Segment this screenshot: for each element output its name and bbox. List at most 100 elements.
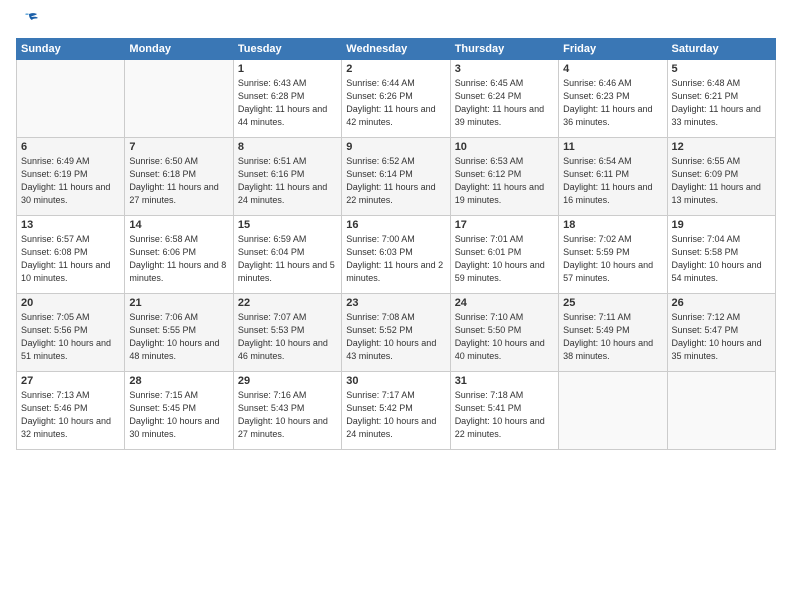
calendar-cell: 23 Sunrise: 7:08 AM Sunset: 5:52 PM Dayli… bbox=[342, 294, 450, 372]
calendar-cell: 27 Sunrise: 7:13 AM Sunset: 5:46 PM Dayli… bbox=[17, 372, 125, 450]
day-info: Sunrise: 7:01 AM Sunset: 6:01 PM Dayligh… bbox=[455, 233, 554, 285]
day-number: 13 bbox=[21, 219, 120, 231]
calendar-week-row: 27 Sunrise: 7:13 AM Sunset: 5:46 PM Dayli… bbox=[17, 372, 776, 450]
day-info: Sunrise: 7:06 AM Sunset: 5:55 PM Dayligh… bbox=[129, 311, 228, 363]
calendar-header-row: SundayMondayTuesdayWednesdayThursdayFrid… bbox=[17, 39, 776, 60]
day-number: 8 bbox=[238, 141, 337, 153]
calendar-cell: 3 Sunrise: 6:45 AM Sunset: 6:24 PM Daylig… bbox=[450, 60, 558, 138]
header bbox=[16, 12, 776, 30]
calendar-cell: 29 Sunrise: 7:16 AM Sunset: 5:43 PM Dayli… bbox=[233, 372, 341, 450]
calendar-cell bbox=[559, 372, 667, 450]
day-info: Sunrise: 7:15 AM Sunset: 5:45 PM Dayligh… bbox=[129, 389, 228, 441]
day-info: Sunrise: 6:44 AM Sunset: 6:26 PM Dayligh… bbox=[346, 77, 445, 129]
day-number: 12 bbox=[672, 141, 771, 153]
day-info: Sunrise: 6:46 AM Sunset: 6:23 PM Dayligh… bbox=[563, 77, 662, 129]
day-info: Sunrise: 7:05 AM Sunset: 5:56 PM Dayligh… bbox=[21, 311, 120, 363]
day-number: 14 bbox=[129, 219, 228, 231]
calendar-cell: 20 Sunrise: 7:05 AM Sunset: 5:56 PM Dayli… bbox=[17, 294, 125, 372]
calendar-cell: 6 Sunrise: 6:49 AM Sunset: 6:19 PM Daylig… bbox=[17, 138, 125, 216]
day-number: 18 bbox=[563, 219, 662, 231]
calendar-table: SundayMondayTuesdayWednesdayThursdayFrid… bbox=[16, 38, 776, 450]
day-number: 28 bbox=[129, 375, 228, 387]
day-number: 1 bbox=[238, 63, 337, 75]
day-number: 3 bbox=[455, 63, 554, 75]
day-info: Sunrise: 6:55 AM Sunset: 6:09 PM Dayligh… bbox=[672, 155, 771, 207]
day-number: 20 bbox=[21, 297, 120, 309]
day-info: Sunrise: 7:00 AM Sunset: 6:03 PM Dayligh… bbox=[346, 233, 445, 285]
day-number: 23 bbox=[346, 297, 445, 309]
day-number: 9 bbox=[346, 141, 445, 153]
day-info: Sunrise: 7:18 AM Sunset: 5:41 PM Dayligh… bbox=[455, 389, 554, 441]
day-info: Sunrise: 6:48 AM Sunset: 6:21 PM Dayligh… bbox=[672, 77, 771, 129]
day-info: Sunrise: 6:52 AM Sunset: 6:14 PM Dayligh… bbox=[346, 155, 445, 207]
day-info: Sunrise: 6:58 AM Sunset: 6:06 PM Dayligh… bbox=[129, 233, 228, 285]
day-number: 6 bbox=[21, 141, 120, 153]
day-info: Sunrise: 6:54 AM Sunset: 6:11 PM Dayligh… bbox=[563, 155, 662, 207]
day-number: 15 bbox=[238, 219, 337, 231]
day-number: 17 bbox=[455, 219, 554, 231]
calendar-cell: 10 Sunrise: 6:53 AM Sunset: 6:12 PM Dayli… bbox=[450, 138, 558, 216]
calendar-cell: 21 Sunrise: 7:06 AM Sunset: 5:55 PM Dayli… bbox=[125, 294, 233, 372]
day-info: Sunrise: 7:07 AM Sunset: 5:53 PM Dayligh… bbox=[238, 311, 337, 363]
day-info: Sunrise: 7:12 AM Sunset: 5:47 PM Dayligh… bbox=[672, 311, 771, 363]
day-number: 27 bbox=[21, 375, 120, 387]
calendar-cell: 28 Sunrise: 7:15 AM Sunset: 5:45 PM Dayli… bbox=[125, 372, 233, 450]
day-number: 16 bbox=[346, 219, 445, 231]
calendar-cell: 12 Sunrise: 6:55 AM Sunset: 6:09 PM Dayli… bbox=[667, 138, 775, 216]
day-number: 7 bbox=[129, 141, 228, 153]
calendar-cell: 15 Sunrise: 6:59 AM Sunset: 6:04 PM Dayli… bbox=[233, 216, 341, 294]
weekday-header: Sunday bbox=[17, 39, 125, 60]
day-info: Sunrise: 6:51 AM Sunset: 6:16 PM Dayligh… bbox=[238, 155, 337, 207]
day-info: Sunrise: 6:53 AM Sunset: 6:12 PM Dayligh… bbox=[455, 155, 554, 207]
day-info: Sunrise: 7:02 AM Sunset: 5:59 PM Dayligh… bbox=[563, 233, 662, 285]
calendar-cell bbox=[667, 372, 775, 450]
calendar-cell: 5Sunrise: 6:48 AM Sunset: 6:21 PM Daylig… bbox=[667, 60, 775, 138]
day-info: Sunrise: 7:08 AM Sunset: 5:52 PM Dayligh… bbox=[346, 311, 445, 363]
weekday-header: Tuesday bbox=[233, 39, 341, 60]
page: SundayMondayTuesdayWednesdayThursdayFrid… bbox=[0, 0, 792, 612]
day-number: 29 bbox=[238, 375, 337, 387]
day-number: 11 bbox=[563, 141, 662, 153]
calendar-cell: 24 Sunrise: 7:10 AM Sunset: 5:50 PM Dayli… bbox=[450, 294, 558, 372]
calendar-cell: 26 Sunrise: 7:12 AM Sunset: 5:47 PM Dayli… bbox=[667, 294, 775, 372]
day-number: 22 bbox=[238, 297, 337, 309]
calendar-cell: 1 Sunrise: 6:43 AM Sunset: 6:28 PM Daylig… bbox=[233, 60, 341, 138]
calendar-cell: 13 Sunrise: 6:57 AM Sunset: 6:08 PM Dayli… bbox=[17, 216, 125, 294]
weekday-header: Wednesday bbox=[342, 39, 450, 60]
day-info: Sunrise: 7:10 AM Sunset: 5:50 PM Dayligh… bbox=[455, 311, 554, 363]
calendar-cell: 25Sunrise: 7:11 AM Sunset: 5:49 PM Dayli… bbox=[559, 294, 667, 372]
day-info: Sunrise: 7:17 AM Sunset: 5:42 PM Dayligh… bbox=[346, 389, 445, 441]
calendar-cell: 31 Sunrise: 7:18 AM Sunset: 5:41 PM Dayli… bbox=[450, 372, 558, 450]
calendar-cell: 16 Sunrise: 7:00 AM Sunset: 6:03 PM Dayli… bbox=[342, 216, 450, 294]
day-info: Sunrise: 6:59 AM Sunset: 6:04 PM Dayligh… bbox=[238, 233, 337, 285]
day-info: Sunrise: 7:13 AM Sunset: 5:46 PM Dayligh… bbox=[21, 389, 120, 441]
day-number: 24 bbox=[455, 297, 554, 309]
day-number: 2 bbox=[346, 63, 445, 75]
calendar-week-row: 20 Sunrise: 7:05 AM Sunset: 5:56 PM Dayli… bbox=[17, 294, 776, 372]
logo bbox=[16, 12, 39, 30]
logo-bird-icon bbox=[19, 12, 39, 28]
calendar-cell: 11 Sunrise: 6:54 AM Sunset: 6:11 PM Dayli… bbox=[559, 138, 667, 216]
calendar-cell bbox=[125, 60, 233, 138]
day-info: Sunrise: 6:49 AM Sunset: 6:19 PM Dayligh… bbox=[21, 155, 120, 207]
calendar-cell: 14 Sunrise: 6:58 AM Sunset: 6:06 PM Dayli… bbox=[125, 216, 233, 294]
weekday-header: Friday bbox=[559, 39, 667, 60]
day-info: Sunrise: 6:45 AM Sunset: 6:24 PM Dayligh… bbox=[455, 77, 554, 129]
calendar-cell: 17 Sunrise: 7:01 AM Sunset: 6:01 PM Dayli… bbox=[450, 216, 558, 294]
day-number: 19 bbox=[672, 219, 771, 231]
day-number: 21 bbox=[129, 297, 228, 309]
day-number: 10 bbox=[455, 141, 554, 153]
calendar-cell: 19Sunrise: 7:04 AM Sunset: 5:58 PM Dayli… bbox=[667, 216, 775, 294]
day-number: 31 bbox=[455, 375, 554, 387]
calendar-cell: 8 Sunrise: 6:51 AM Sunset: 6:16 PM Daylig… bbox=[233, 138, 341, 216]
calendar-cell bbox=[17, 60, 125, 138]
weekday-header: Saturday bbox=[667, 39, 775, 60]
weekday-header: Thursday bbox=[450, 39, 558, 60]
day-number: 26 bbox=[672, 297, 771, 309]
day-info: Sunrise: 6:57 AM Sunset: 6:08 PM Dayligh… bbox=[21, 233, 120, 285]
day-info: Sunrise: 6:43 AM Sunset: 6:28 PM Dayligh… bbox=[238, 77, 337, 129]
day-info: Sunrise: 7:16 AM Sunset: 5:43 PM Dayligh… bbox=[238, 389, 337, 441]
day-number: 25 bbox=[563, 297, 662, 309]
calendar-cell: 30Sunrise: 7:17 AM Sunset: 5:42 PM Dayli… bbox=[342, 372, 450, 450]
calendar-cell: 9 Sunrise: 6:52 AM Sunset: 6:14 PM Daylig… bbox=[342, 138, 450, 216]
